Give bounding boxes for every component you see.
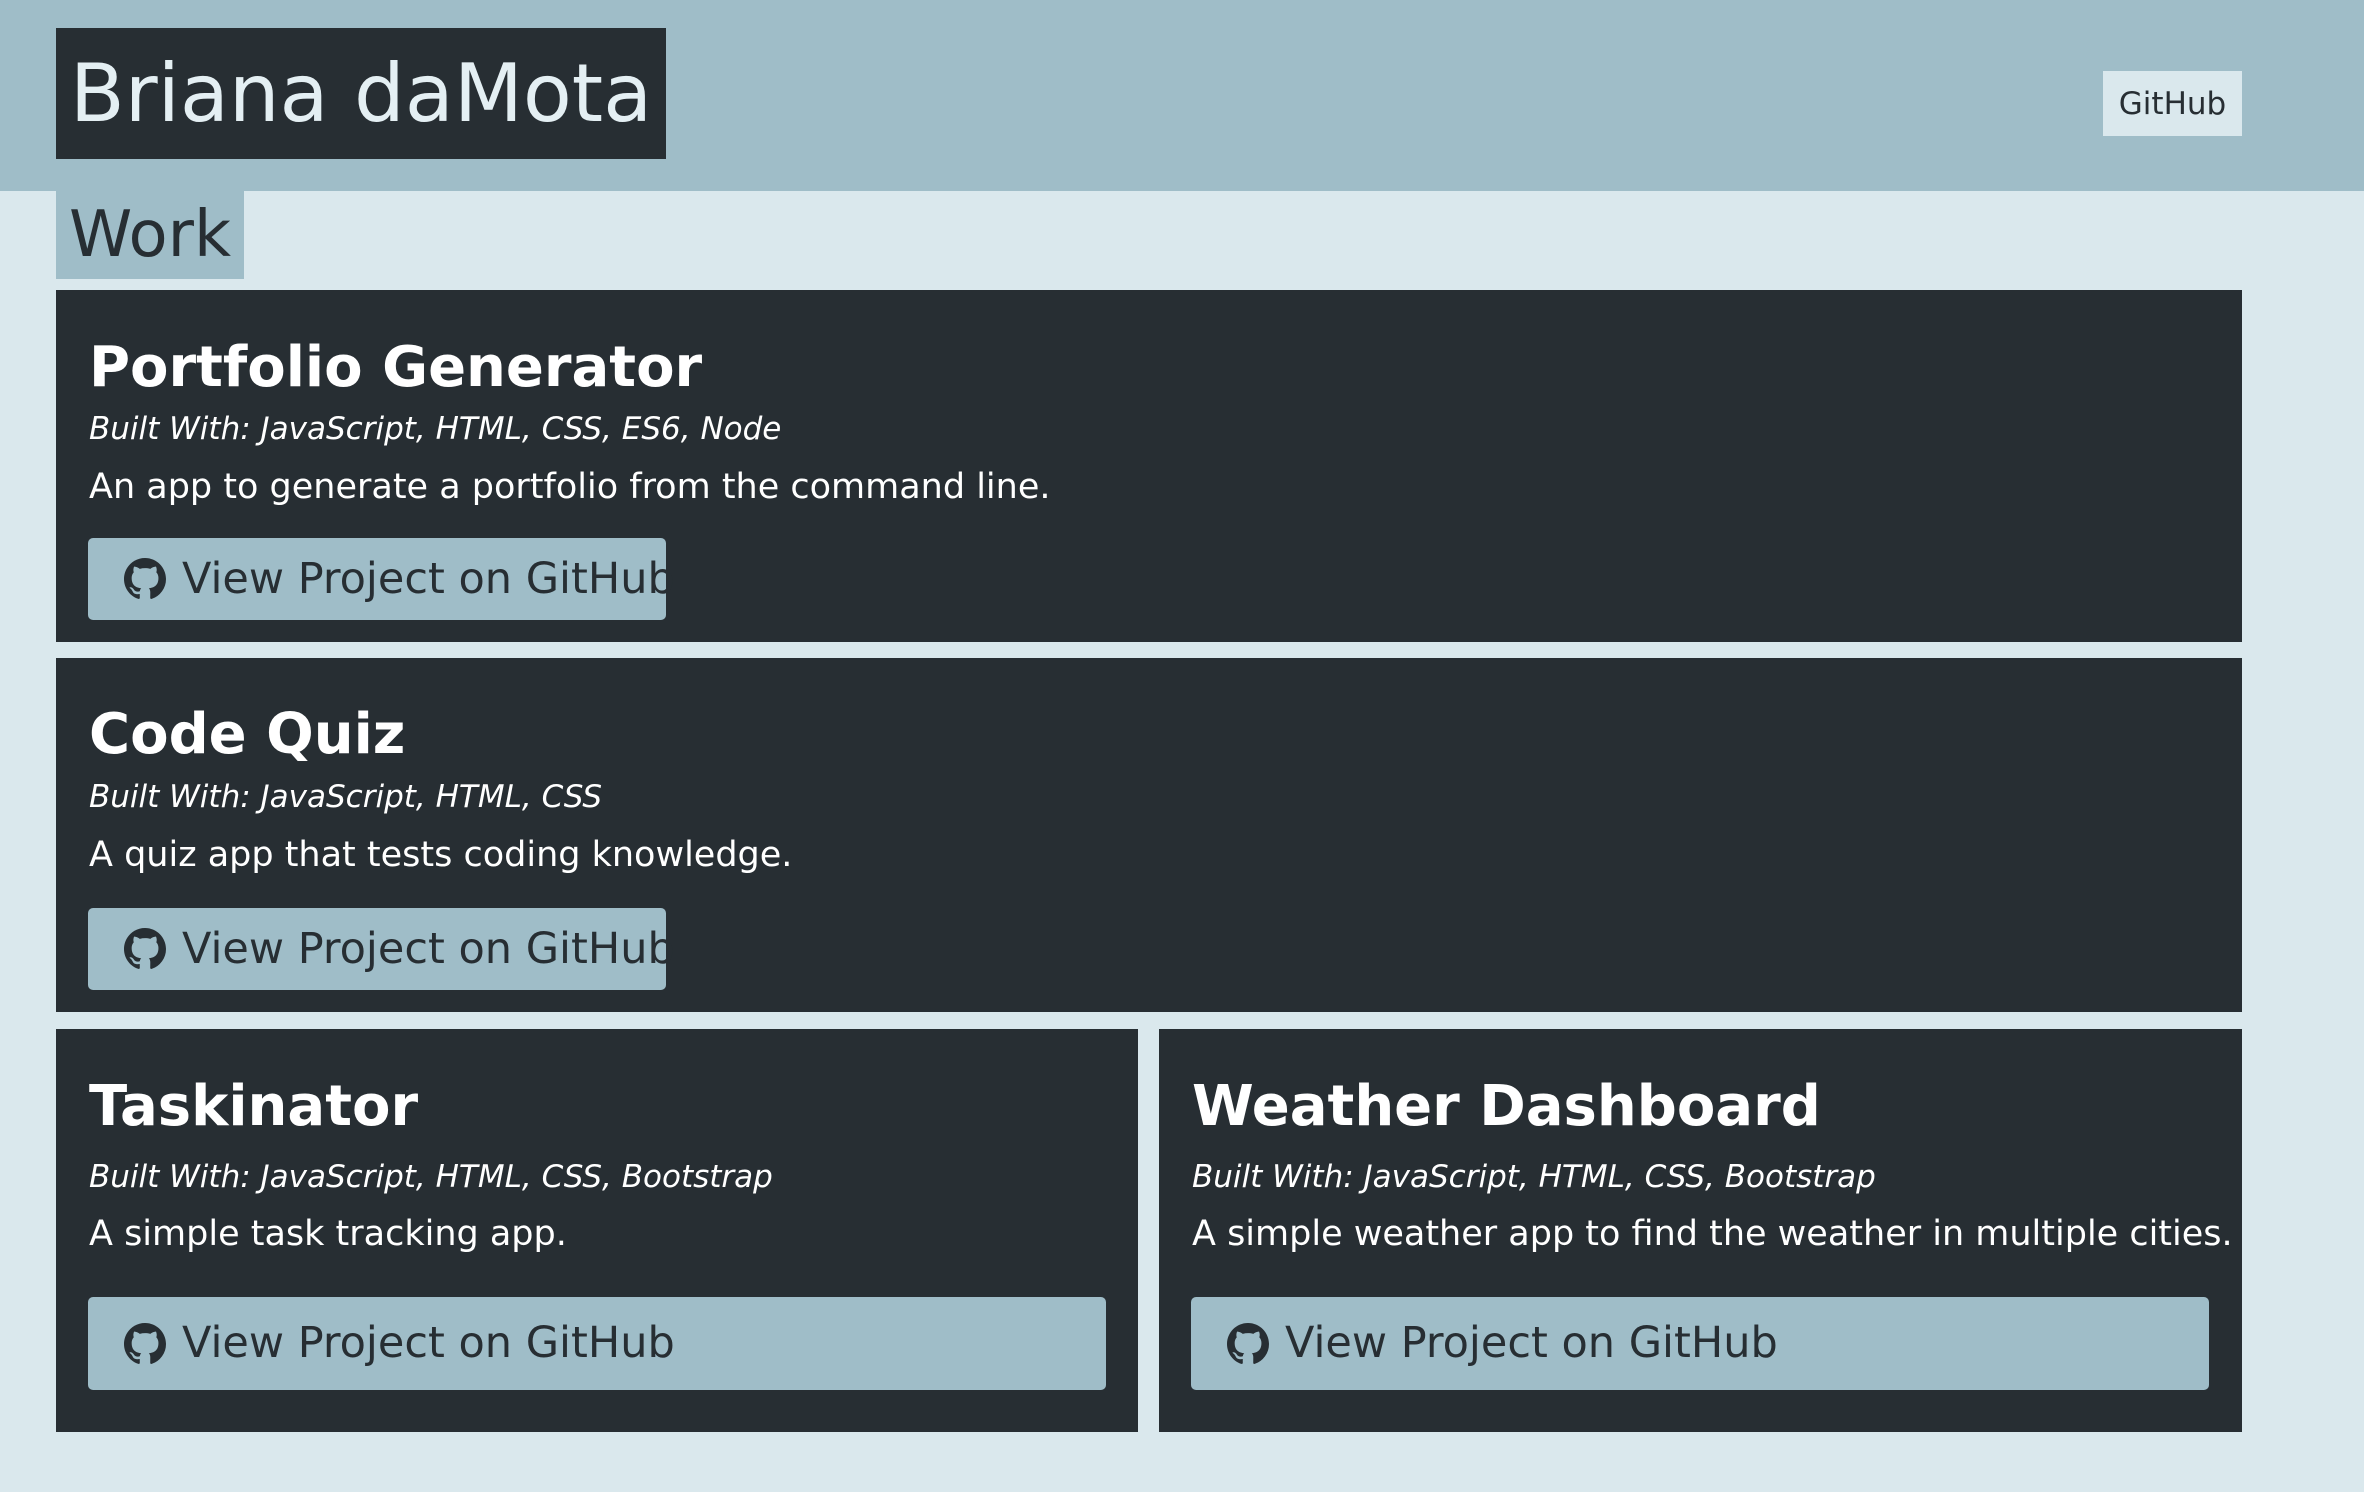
project-title: Code Quiz xyxy=(89,702,406,767)
view-project-button[interactable]: View Project on GitHub xyxy=(88,538,675,620)
project-built-with: Built With: JavaScript, HTML, CSS, Boots… xyxy=(1192,1159,1876,1195)
project-card-code-quiz: Code Quiz Built With: JavaScript, HTML, … xyxy=(56,658,2242,1012)
site-title[interactable]: Briana daMota xyxy=(56,28,666,159)
github-icon xyxy=(1227,1322,1269,1365)
github-nav-link[interactable]: GitHub xyxy=(2103,71,2242,136)
github-icon xyxy=(124,928,166,970)
project-built-with: Built With: JavaScript, HTML, CSS xyxy=(89,779,603,815)
project-card-portfolio-generator: Portfolio Generator Built With: JavaScri… xyxy=(56,290,2242,642)
project-built-with: Built With: JavaScript, HTML, CSS, ES6, … xyxy=(89,411,782,447)
project-card-taskinator: Taskinator Built With: JavaScript, HTML,… xyxy=(56,1029,1138,1432)
project-title: Taskinator xyxy=(89,1074,419,1139)
view-project-button-label: View Project on GitHub xyxy=(182,553,675,604)
project-title: Portfolio Generator xyxy=(89,335,703,400)
view-project-button-label: View Project on GitHub xyxy=(1285,1318,1778,1368)
work-section-heading: Work xyxy=(56,191,244,279)
view-project-button[interactable]: View Project on GitHub xyxy=(88,908,675,990)
section-title: Work xyxy=(68,198,232,272)
project-description: A quiz app that tests coding knowledge. xyxy=(89,835,793,875)
view-project-button[interactable]: View Project on GitHub xyxy=(1191,1297,2209,1390)
site-title-text: Briana daMota xyxy=(69,47,653,140)
project-description: An app to generate a portfolio from the … xyxy=(89,467,1051,507)
view-project-button[interactable]: View Project on GitHub xyxy=(88,1297,1106,1390)
project-title: Weather Dashboard xyxy=(1192,1074,1821,1139)
view-project-button-label: View Project on GitHub xyxy=(182,923,675,974)
site-header: Briana daMota GitHub xyxy=(0,0,2364,191)
project-description: A simple weather app to find the weather… xyxy=(1192,1214,2233,1254)
github-icon xyxy=(124,1322,166,1365)
project-built-with: Built With: JavaScript, HTML, CSS, Boots… xyxy=(89,1159,773,1195)
view-project-button-label: View Project on GitHub xyxy=(182,1318,675,1368)
github-icon xyxy=(124,558,166,600)
project-description: A simple task tracking app. xyxy=(89,1214,567,1254)
project-card-weather-dashboard: Weather Dashboard Built With: JavaScript… xyxy=(1159,1029,2242,1432)
